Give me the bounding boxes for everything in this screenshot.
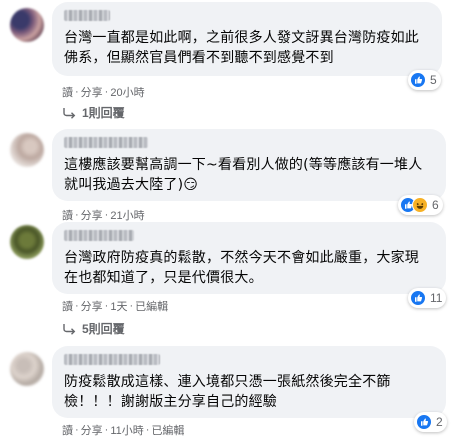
replies-label: 5則回覆 <box>82 322 125 336</box>
comment-text: 防疫鬆散成這樣、連入境都只憑一張紙然後完全不篩 檢！！！謝謝版主分享自己的經驗 <box>64 374 391 410</box>
like-icon <box>410 290 426 306</box>
share-link[interactable]: 分享 <box>81 298 103 314</box>
like-icon <box>416 414 432 430</box>
timestamp[interactable]: 11小時 <box>110 422 143 437</box>
comment-bubble: 防疫鬆散成這樣、連入境都只憑一張紙然後完全不篩 檢！！！謝謝版主分享自己的經驗 <box>52 346 446 418</box>
reply-link[interactable]: 讀 <box>62 298 73 314</box>
timestamp[interactable]: 1天 <box>110 298 127 314</box>
reaction-summary[interactable]: 11 <box>408 288 447 308</box>
comment-bubble: 台灣一直都是如此啊，之前很多人發文訝異台灣防疫如此 佛系，但顯然官員們看不到聽不… <box>52 2 442 76</box>
reply-link[interactable]: 讀 <box>62 422 73 437</box>
reaction-summary[interactable]: 2 <box>414 412 447 432</box>
avatar[interactable] <box>10 133 44 167</box>
like-icon <box>410 72 426 88</box>
avatar[interactable] <box>10 8 44 42</box>
share-link[interactable]: 分享 <box>81 84 103 100</box>
author-name-blurred[interactable] <box>64 354 160 365</box>
reaction-summary[interactable]: 5 <box>408 70 441 90</box>
avatar[interactable] <box>10 352 44 386</box>
comment-text: 這樓應該要幫高調一下~看看別人做的(等等應該有一堆人 就叫我過去大陸了)😏 <box>64 157 423 193</box>
comment-text: 台灣一直都是如此啊，之前很多人發文訝異台灣防疫如此 佛系，但顯然官員們看不到聽不… <box>64 30 419 66</box>
comment-bubble: 這樓應該要幫高調一下~看看別人做的(等等應該有一堆人 就叫我過去大陸了)😏 <box>52 129 446 201</box>
comment-actions: 讀 · 分享 · 11小時 · 已編輯 <box>62 422 185 437</box>
reaction-count: 6 <box>432 198 439 212</box>
share-link[interactable]: 分享 <box>81 422 103 437</box>
author-name-blurred[interactable] <box>64 10 110 21</box>
timestamp[interactable]: 20小時 <box>110 84 144 100</box>
view-replies-link[interactable]: 5則回覆 <box>62 320 125 337</box>
comment-actions: 讀 · 分享 · 21小時 <box>62 207 145 223</box>
reaction-summary[interactable]: 6 <box>398 195 443 215</box>
comment-actions: 讀 · 分享 · 20小時 <box>62 84 145 100</box>
avatar[interactable] <box>10 225 44 259</box>
reaction-count: 2 <box>436 415 443 429</box>
author-name-blurred[interactable] <box>64 137 148 148</box>
reply-link[interactable]: 讀 <box>62 207 73 223</box>
edited-label[interactable]: 已編輯 <box>151 422 184 437</box>
reply-link[interactable]: 讀 <box>62 84 73 100</box>
reply-arrow-icon <box>62 107 76 119</box>
haha-icon <box>412 197 428 213</box>
comment-actions: 讀 · 分享 · 1天 · 已編輯 <box>62 298 169 314</box>
timestamp[interactable]: 21小時 <box>110 207 144 223</box>
comment-text: 台灣政府防疫真的鬆散，不然今天不會如此嚴重，大家現 在也都知道了，只是代價很大。 <box>64 250 419 286</box>
comment-bubble: 台灣政府防疫真的鬆散，不然今天不會如此嚴重，大家現 在也都知道了，只是代價很大。 <box>52 222 446 294</box>
reaction-count: 5 <box>430 73 437 87</box>
reply-arrow-icon <box>62 323 76 335</box>
author-name-blurred[interactable] <box>64 230 134 241</box>
edited-label[interactable]: 已編輯 <box>135 298 168 314</box>
reaction-count: 11 <box>430 291 443 305</box>
replies-label: 1則回覆 <box>82 106 125 120</box>
view-replies-link[interactable]: 1則回覆 <box>62 104 125 121</box>
share-link[interactable]: 分享 <box>81 207 103 223</box>
